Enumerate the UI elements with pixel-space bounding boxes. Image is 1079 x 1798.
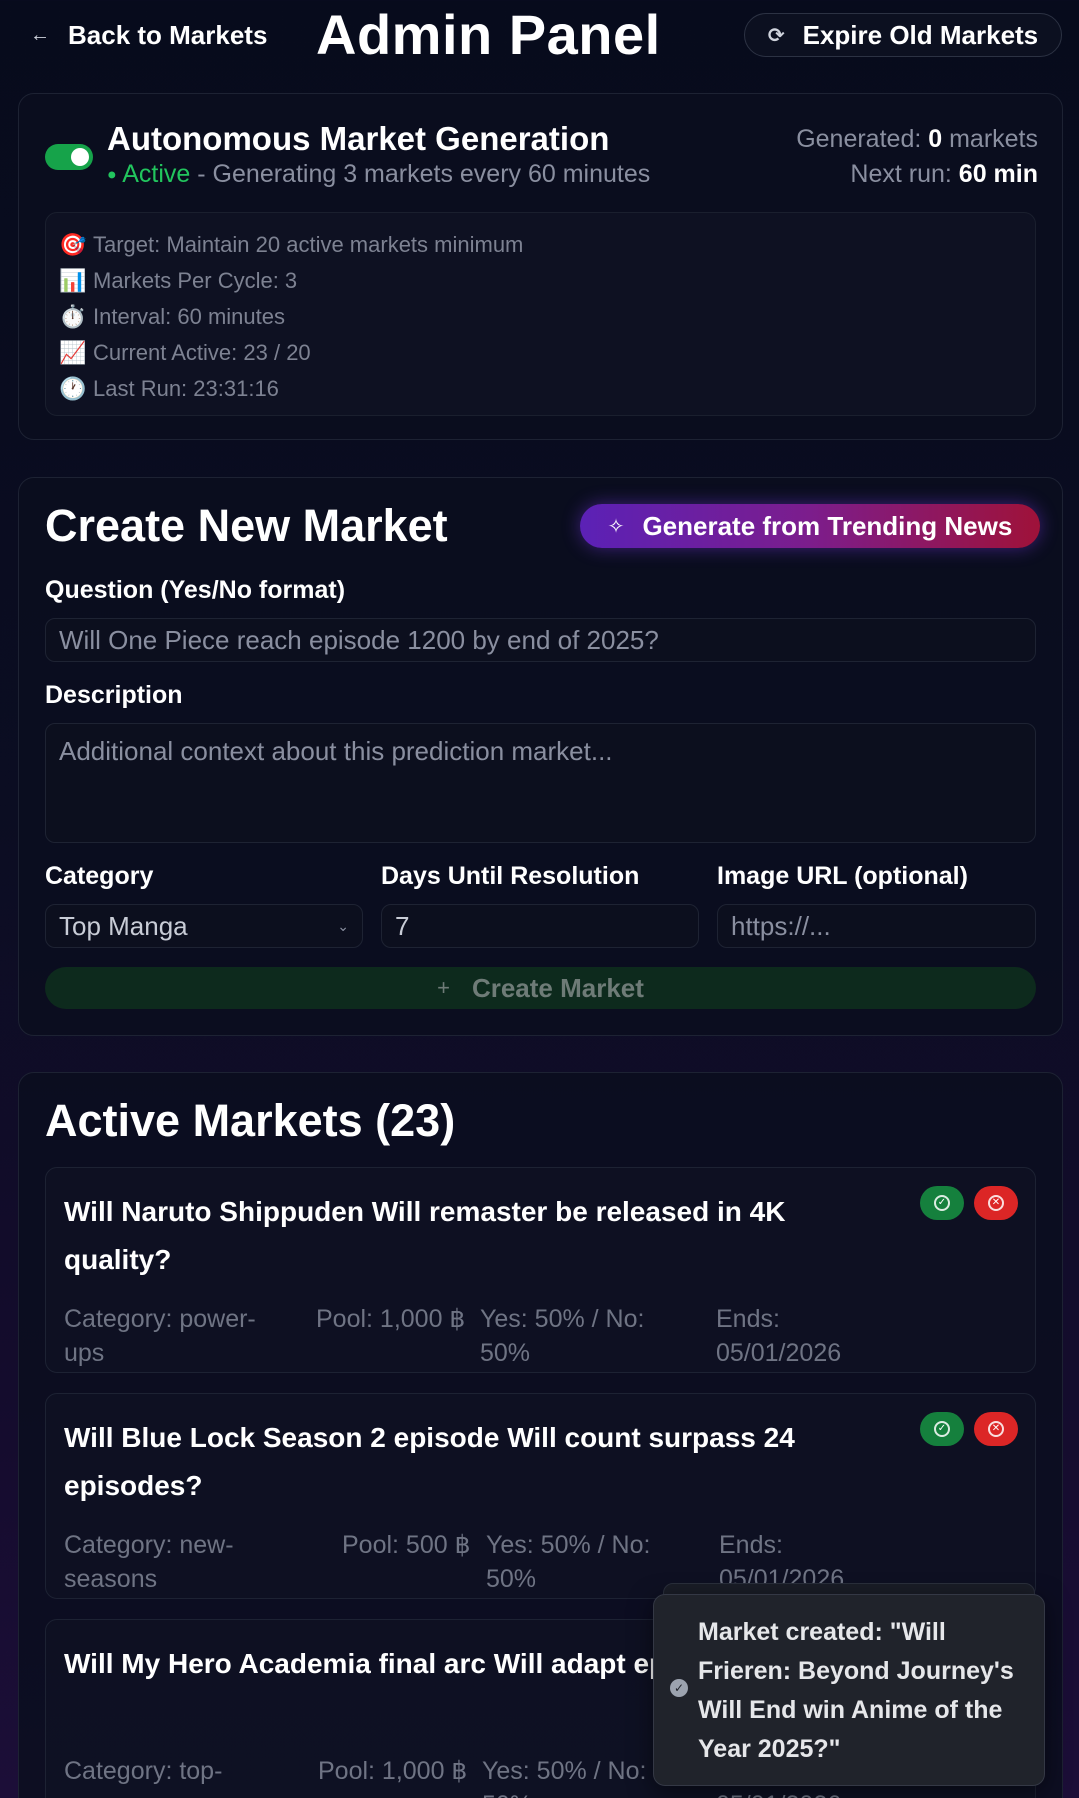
info-text: Target: Maintain 20 active markets minim… xyxy=(93,232,524,257)
market-pool: Pool: 1,000 ฿ xyxy=(318,1757,468,1785)
plus-icon: + xyxy=(437,975,450,1000)
create-market-button[interactable]: + Create Market xyxy=(45,967,1036,1009)
market-category: Category: power-ups xyxy=(64,1305,256,1367)
status-dot-icon: ● xyxy=(107,166,117,184)
image-url-input[interactable] xyxy=(717,904,1036,948)
days-label: Days Until Resolution xyxy=(381,862,640,890)
next-run-stat: Next run: 60 min xyxy=(796,157,1038,192)
market-question: Will Naruto Shippuden Will remaster be r… xyxy=(64,1196,786,1275)
page-header: ← Back to Markets Admin Panel ⟳ Expire O… xyxy=(0,0,1079,70)
create-market-label: Create Market xyxy=(471,972,644,1003)
check-badge-icon: ✓ xyxy=(670,1679,688,1697)
next-run-value: 60 min xyxy=(958,160,1038,188)
market-ends: Ends: 05/01/2026 xyxy=(716,1305,842,1367)
market-odds: Yes: 50% / No: 50% xyxy=(486,1531,651,1593)
image-url-label: Image URL (optional) xyxy=(717,862,968,890)
approve-market-button[interactable]: ✓ xyxy=(920,1412,964,1446)
create-market-title: Create New Market xyxy=(45,500,448,551)
info-line-interval: ⏱️ Interval: 60 minutes xyxy=(59,299,1022,335)
info-line-last-run: 🕐 Last Run: 23:31:16 xyxy=(59,371,1022,407)
market-odds: Yes: 50% / No: 50% xyxy=(482,1757,647,1798)
autonomous-info-box: 🎯 Target: Maintain 20 active markets mini… xyxy=(45,212,1036,416)
info-text: Current Active: 23 / 20 xyxy=(93,340,311,365)
market-category: Category: new-seasons xyxy=(64,1531,234,1593)
expire-label: Expire Old Markets xyxy=(802,19,1039,50)
approve-market-button[interactable]: ✓ xyxy=(920,1186,964,1220)
x-circle-icon: ✕ xyxy=(988,1421,1004,1437)
toast-message: Market created: "Will Frieren: Beyond Jo… xyxy=(698,1618,1014,1763)
market-odds: Yes: 50% / No: 50% xyxy=(480,1305,645,1367)
stopwatch-icon: ⏱️ xyxy=(59,304,87,329)
next-run-prefix: Next run: xyxy=(850,160,959,188)
generate-label: Generate from Trending News xyxy=(642,510,1013,541)
success-toast[interactable]: ✓ Market created: "Will Frieren: Beyond … xyxy=(653,1594,1045,1786)
toggle-knob xyxy=(71,148,89,166)
back-label: Back to Markets xyxy=(68,19,268,50)
question-label: Question (Yes/No format) xyxy=(45,576,346,604)
info-line-per-cycle: 📊 Markets Per Cycle: 3 xyxy=(59,263,1022,299)
description-textarea[interactable] xyxy=(45,723,1036,843)
category-value: Top Manga xyxy=(59,910,188,941)
arrow-left-icon: ← xyxy=(30,23,50,46)
generated-prefix: Generated: xyxy=(796,125,929,153)
market-category: Category: top-manga xyxy=(64,1757,223,1798)
market-item: Will Naruto Shippuden Will remaster be r… xyxy=(45,1167,1036,1373)
info-text: Markets Per Cycle: 3 xyxy=(93,268,298,293)
market-question: Will Blue Lock Season 2 episode Will cou… xyxy=(64,1422,795,1501)
generated-stat: Generated: 0 markets xyxy=(796,122,1038,157)
autonomous-title: Autonomous Market Generation xyxy=(107,120,610,157)
create-market-card: Create New Market ✧ Generate from Trendi… xyxy=(18,477,1063,1036)
generate-from-news-button[interactable]: ✧ Generate from Trending News xyxy=(580,504,1040,548)
target-icon: 🎯 xyxy=(59,232,87,257)
back-to-markets-button[interactable]: ← Back to Markets xyxy=(30,14,267,56)
status-description: - Generating 3 markets every 60 minutes xyxy=(190,160,651,188)
days-until-resolution-input[interactable] xyxy=(381,904,699,948)
refresh-icon: ⟳ xyxy=(767,24,785,47)
market-item: Will Blue Lock Season 2 episode Will cou… xyxy=(45,1393,1036,1599)
generated-count: 0 xyxy=(928,125,943,153)
reject-market-button[interactable]: ✕ xyxy=(974,1412,1018,1446)
reject-market-button[interactable]: ✕ xyxy=(974,1186,1018,1220)
autonomous-status: ● Active - Generating 3 markets every 60… xyxy=(107,160,650,189)
description-label: Description xyxy=(45,681,183,709)
check-circle-icon: ✓ xyxy=(934,1421,950,1437)
autonomous-toggle[interactable] xyxy=(45,144,93,170)
expire-old-markets-button[interactable]: ⟳ Expire Old Markets xyxy=(744,13,1062,57)
info-text: Last Run: 23:31:16 xyxy=(93,376,279,401)
trend-up-icon: 📈 xyxy=(59,340,87,365)
active-markets-title: Active Markets (23) xyxy=(45,1095,456,1146)
clock-icon: 🕐 xyxy=(59,376,87,401)
market-pool: Pool: 500 ฿ xyxy=(342,1531,471,1559)
bar-chart-icon: 📊 xyxy=(59,268,87,293)
category-label: Category xyxy=(45,862,154,890)
category-select[interactable]: Top Manga ⌄ xyxy=(45,904,363,948)
x-circle-icon: ✕ xyxy=(988,1195,1004,1211)
generated-suffix: markets xyxy=(942,125,1038,153)
chevron-down-icon: ⌄ xyxy=(337,917,349,934)
info-line-target: 🎯 Target: Maintain 20 active markets mini… xyxy=(59,227,1022,263)
question-input[interactable] xyxy=(45,618,1036,662)
market-pool: Pool: 1,000 ฿ xyxy=(316,1305,466,1333)
sparkles-icon: ✧ xyxy=(607,515,625,538)
status-word: Active xyxy=(122,160,191,188)
info-line-current-active: 📈 Current Active: 23 / 20 xyxy=(59,335,1022,371)
info-text: Interval: 60 minutes xyxy=(93,304,285,329)
page-title: Admin Panel xyxy=(316,3,661,66)
check-circle-icon: ✓ xyxy=(934,1195,950,1211)
autonomous-generation-card: Autonomous Market Generation ● Active - … xyxy=(18,93,1063,440)
autonomous-stats: Generated: 0 markets Next run: 60 min xyxy=(796,122,1038,192)
